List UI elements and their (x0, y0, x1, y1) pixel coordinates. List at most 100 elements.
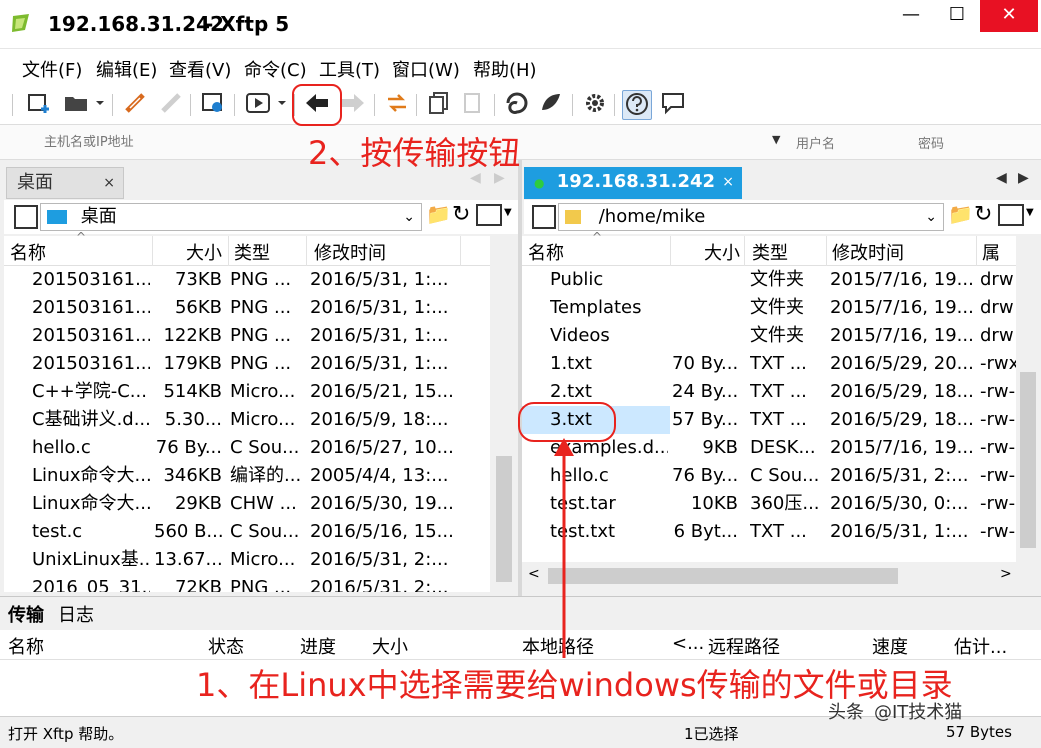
sync-arrows-icon[interactable] (382, 90, 412, 120)
parent-folder-icon[interactable]: 📁 (948, 202, 973, 226)
gear-icon[interactable] (580, 90, 610, 120)
table-row[interactable]: PNG 201503161... 56KB PNG ... 2016/5/31, 1:.… (4, 294, 490, 322)
new-session-icon[interactable] (24, 90, 54, 120)
scroll-thumb[interactable] (548, 568, 898, 584)
view-mode-icon[interactable] (476, 204, 502, 226)
right-vertical-scrollbar[interactable] (1016, 236, 1040, 566)
table-row[interactable]: c hello.c 76 By... C Sou... 2016/5/31, 2:...… (522, 462, 1016, 490)
scroll-right-icon[interactable]: > (1000, 566, 1012, 582)
session-properties-icon[interactable] (198, 90, 228, 120)
chat-bubble-icon[interactable] (658, 90, 688, 120)
table-row[interactable]: UnixLinux基... 13.67... Micro... 2016/5/31, … (4, 546, 490, 574)
transfer-arrow-right-icon[interactable] (338, 90, 368, 120)
column-estimated[interactable]: 估计... (954, 633, 1007, 659)
column-type[interactable]: 类型 (234, 239, 270, 265)
menu-tools[interactable]: 工具(T) (319, 56, 380, 82)
xshell-icon[interactable] (502, 90, 532, 120)
tab-scroll-right-icon[interactable]: ▶ (1018, 170, 1029, 186)
minimize-button[interactable]: — (888, 0, 934, 32)
chevron-down-icon[interactable]: ▼ (1026, 207, 1034, 218)
column-remote-path[interactable]: 远程路径 (708, 633, 780, 659)
column-size[interactable]: 大小 (186, 239, 222, 265)
column-modified[interactable]: 修改时间 (314, 239, 386, 265)
chevron-down-icon[interactable]: ▼ (504, 207, 512, 218)
table-row[interactable]: test.txt 6 Byt... TXT ... 2016/5/31, 1:... -… (522, 518, 1016, 546)
chevron-down-icon[interactable]: ▼ (772, 133, 780, 146)
column-name[interactable]: 名称 (8, 633, 44, 659)
tab-log[interactable]: 日志 (58, 601, 94, 627)
column-size[interactable]: 大小 (704, 239, 740, 265)
tab-transfers[interactable]: 传输 (8, 601, 44, 627)
toolbar-separator (494, 94, 495, 116)
table-row[interactable]: ? Linux命令大... 346KB 编译的... 2005/4/4, 13:... (4, 462, 490, 490)
menu-edit[interactable]: 编辑(E) (96, 56, 157, 82)
password-input[interactable]: 密码 (918, 133, 1028, 152)
maximize-button[interactable]: ☐ (934, 0, 980, 32)
column-status[interactable]: 状态 (208, 633, 244, 659)
column-size[interactable]: 大小 (372, 633, 408, 659)
pane-toggle-icon[interactable] (14, 205, 38, 229)
menu-window[interactable]: 窗口(W) (392, 56, 460, 82)
menu-view[interactable]: 查看(V) (169, 56, 231, 82)
cell-type: Micro... (230, 409, 296, 430)
column-progress[interactable]: 进度 (300, 633, 336, 659)
view-mode-icon[interactable] (998, 204, 1024, 226)
table-row[interactable]: PNG 201503161... 73KB PNG ... 2016/5/31, 1:.… (4, 266, 490, 294)
parent-folder-icon[interactable]: 📁 (426, 202, 451, 226)
column-speed[interactable]: 速度 (872, 633, 908, 659)
menu-help[interactable]: 帮助(H) (473, 56, 537, 82)
username-input[interactable]: 用户名 (796, 133, 906, 152)
table-row[interactable]: 1.txt 70 By... TXT ... 2016/5/29, 20... -rwx (522, 350, 1016, 378)
table-row[interactable]: C基础讲义.d... 5.30... Micro... 2016/5/9, 18:..… (4, 406, 490, 434)
column-type[interactable]: 类型 (752, 239, 788, 265)
connect-icon[interactable] (120, 90, 150, 120)
menu-command[interactable]: 命令(C) (244, 56, 307, 82)
copy-icon[interactable] (424, 90, 454, 120)
table-row[interactable]: Templates 文件夹 2015/7/16, 19... drw (522, 294, 1016, 322)
cell-attr: -rw- (980, 409, 1016, 430)
tab-desktop[interactable]: 桌面 × (6, 167, 124, 199)
toolbar-separator (112, 94, 113, 116)
chevron-down-icon[interactable]: ⌄ (403, 204, 415, 230)
column-name[interactable]: 名称 (528, 239, 564, 265)
table-row[interactable]: C++学院-C... 514KB Micro... 2016/5/21, 15... (4, 378, 490, 406)
disconnect-icon[interactable] (156, 90, 186, 120)
close-button[interactable]: ✕ (980, 0, 1038, 32)
column-modified[interactable]: 修改时间 (832, 239, 904, 265)
left-path-combo[interactable]: 桌面 ⌄ (40, 203, 422, 231)
table-row[interactable]: Linux命令大... 29KB CHW ... 2016/5/30, 19... (4, 490, 490, 518)
pane-toggle-icon[interactable] (532, 205, 556, 229)
xftp-logo-icon (12, 14, 29, 32)
open-folder-icon[interactable] (60, 90, 108, 120)
close-tab-icon[interactable]: × (103, 168, 115, 198)
tab-scroll-left-icon[interactable]: ◀ (996, 170, 1007, 186)
table-row[interactable]: PNG 201503161... 179KB PNG ... 2016/5/31, 1:… (4, 350, 490, 378)
table-row[interactable]: c hello.c 76 By... C Sou... 2016/5/27, 10... (4, 434, 490, 462)
status-selection-count: 1已选择 (684, 725, 739, 743)
table-row[interactable]: test.tar 10KB 360压... 2016/5/30, 0:... -rw- (522, 490, 1016, 518)
close-tab-icon[interactable]: × (722, 167, 734, 197)
column-name[interactable]: 名称 (10, 239, 46, 265)
scroll-left-icon[interactable]: < (528, 566, 540, 582)
table-row[interactable]: Public 文件夹 2015/7/16, 19... drw (522, 266, 1016, 294)
scroll-thumb[interactable] (496, 456, 512, 582)
table-row[interactable]: PNG 2016_05_31... 72KB PNG ... 2016/5/31, 2:… (4, 574, 490, 592)
paste-icon[interactable] (458, 90, 488, 120)
menu-file[interactable]: 文件(F) (22, 56, 82, 82)
help-question-icon[interactable] (622, 90, 652, 120)
table-row[interactable]: c test.c 560 B... C Sou... 2016/5/16, 15... (4, 518, 490, 546)
chevron-down-icon[interactable]: ⌄ (925, 204, 937, 230)
table-row[interactable]: PNG 201503161... 122KB PNG ... 2016/5/31, 1:… (4, 322, 490, 350)
table-row[interactable]: Videos 文件夹 2015/7/16, 19... drw (522, 322, 1016, 350)
play-icon[interactable] (242, 90, 290, 120)
refresh-icon[interactable]: ↻ (452, 202, 470, 227)
tab-remote-session[interactable]: ● 192.168.31.242 × (524, 167, 742, 199)
xftp-leaf-icon[interactable] (536, 90, 566, 120)
refresh-icon[interactable]: ↻ (974, 202, 992, 227)
right-horizontal-scrollbar[interactable]: < > (522, 564, 1016, 588)
window-title-app: - Xftp 5 (205, 12, 290, 36)
column-direction[interactable]: <... (672, 633, 704, 654)
right-path-combo[interactable]: /home/mike ⌄ (558, 203, 944, 231)
left-vertical-scrollbar[interactable] (490, 236, 518, 590)
scroll-thumb[interactable] (1020, 372, 1036, 548)
